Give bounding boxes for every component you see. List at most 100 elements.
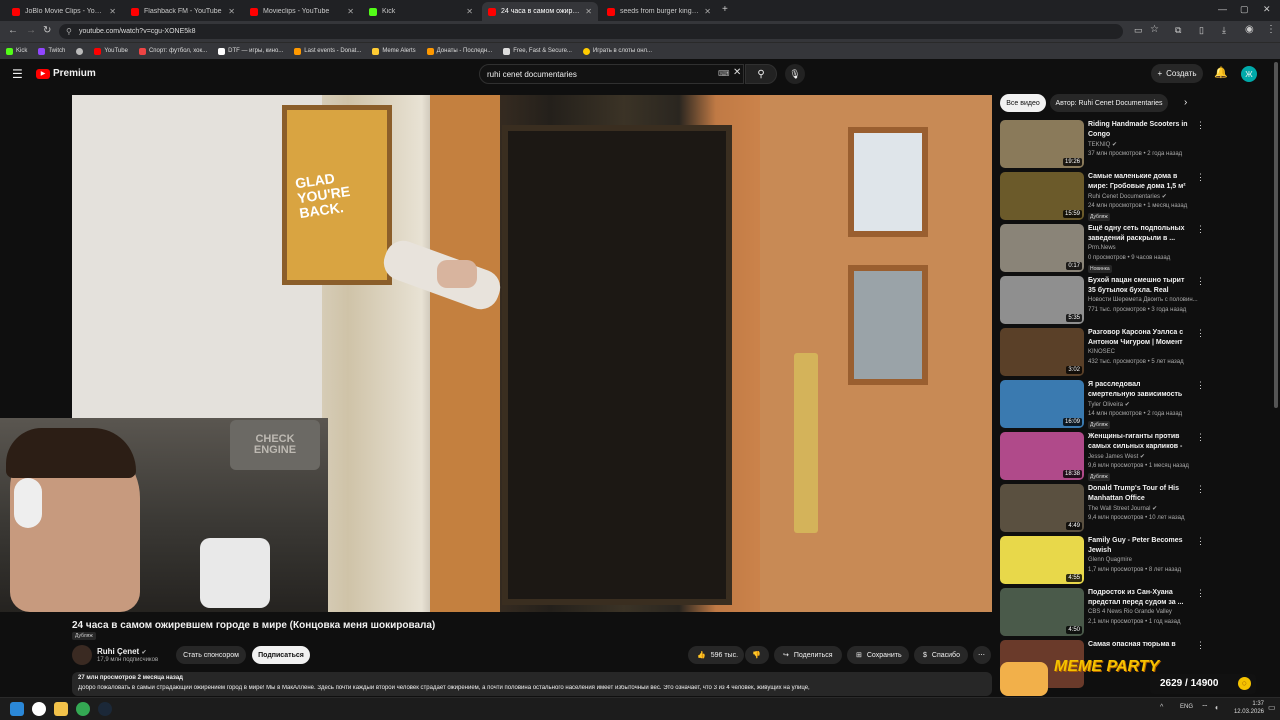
recommendation-item[interactable]: 4:50 Подросток из Сан-Хуана предстал пере… (1000, 588, 1210, 636)
close-window-icon[interactable]: ✕ (1263, 4, 1271, 15)
reload-icon[interactable]: ↻ (43, 25, 51, 36)
more-options-icon[interactable]: ⋮ (1196, 328, 1205, 339)
recommendation-title[interactable]: Женщины-гиганты против самых сильных кар… (1088, 432, 1188, 452)
bookmark-item[interactable]: Twitch (38, 47, 65, 55)
join-button[interactable]: Стать спонсором (176, 646, 246, 664)
more-options-icon[interactable]: ⋮ (1196, 484, 1205, 495)
more-actions-button[interactable]: ⋯ (973, 646, 991, 664)
recommendation-channel[interactable]: Prm.News (1088, 245, 1116, 251)
bookmark-item[interactable]: YouTube (94, 47, 128, 55)
recommendation-title[interactable]: Бухой пацан смешно тырит 35 бутылок бухл… (1088, 276, 1188, 296)
bookmark-star-icon[interactable]: ☆ (1150, 24, 1159, 35)
create-button[interactable]: + Создать (1151, 64, 1203, 83)
like-button[interactable]: 👍 596 тыс. (688, 646, 744, 664)
video-thumbnail[interactable]: 4:50 (1000, 588, 1084, 636)
recommendation-title[interactable]: Ещё одну сеть подпольных заведений раскр… (1088, 224, 1188, 244)
browser-tab[interactable]: Flashback FM - YouTube ✕ (125, 2, 241, 21)
more-options-icon[interactable]: ⋮ (1196, 224, 1205, 235)
browser-menu-icon[interactable]: ⋮ (1266, 24, 1276, 35)
bookmark-item[interactable]: Играть в слоты онл... (582, 47, 652, 55)
side-panel-icon[interactable]: ▯ (1199, 25, 1204, 36)
file-explorer-icon[interactable] (54, 702, 68, 716)
forward-arrow-icon[interactable]: → (26, 25, 36, 36)
chip-all-videos[interactable]: Все видео (1000, 94, 1046, 112)
recommendation-title[interactable]: Разговор Карсона Уэллса с Антоном Чигуро… (1088, 328, 1188, 348)
chip-author[interactable]: Автор: Ruhi Cenet Documentaries (1050, 94, 1168, 112)
recommendation-item[interactable]: 0:17 Ещё одну сеть подпольных заведений р… (1000, 224, 1210, 273)
recommendation-channel[interactable]: KINOSEC (1088, 349, 1115, 355)
steam-icon[interactable] (98, 702, 112, 716)
browser-tab[interactable]: seeds from burger king - YouT... ✕ (601, 2, 717, 21)
thanks-button[interactable]: $ Спасибо (914, 646, 968, 664)
keyboard-icon[interactable]: ⌨ (718, 69, 730, 78)
recommendation-item[interactable]: 4:55 Family Guy - Peter Becomes Jewish Gle… (1000, 536, 1210, 584)
recommendation-channel[interactable]: Новости Шеремета Двоить с половин... (1088, 297, 1198, 303)
recommendation-title[interactable]: Я расследовал смертельную зависимость от… (1088, 380, 1188, 400)
subscribe-button[interactable]: Подписаться (252, 646, 310, 664)
more-options-icon[interactable]: ⋮ (1196, 172, 1205, 183)
channel-name[interactable]: Ruhi Çenet ✔ (97, 647, 147, 656)
recommendation-channel[interactable]: The Wall Street Journal ✔ (1088, 505, 1157, 512)
voice-search-icon[interactable]: 🎙 (785, 64, 805, 84)
tray-chevron-icon[interactable]: ^ (1160, 704, 1163, 711)
more-options-icon[interactable]: ⋮ (1196, 588, 1205, 599)
recommendation-item[interactable]: 15:59 Самые маленькие дома в мире: Гробов… (1000, 172, 1210, 221)
recommendation-channel[interactable]: Ruhi Cenet Documentaries ✔ (1088, 193, 1167, 200)
close-tab-icon[interactable]: ✕ (466, 7, 473, 16)
close-tab-icon[interactable]: ✕ (585, 7, 592, 16)
bookmark-item[interactable]: Kick (6, 47, 27, 55)
video-thumbnail[interactable]: 4:49 (1000, 484, 1084, 532)
notification-center-icon[interactable]: ▭ (1268, 703, 1276, 712)
more-options-icon[interactable]: ⋮ (1196, 640, 1205, 651)
more-options-icon[interactable]: ⋮ (1196, 432, 1205, 443)
clear-search-icon[interactable]: ✕ (733, 67, 741, 78)
site-info-icon[interactable]: ⚲ (66, 27, 72, 36)
browser-tab[interactable]: JoBlo Movie Clips - YouTube ✕ (6, 2, 122, 21)
bookmark-item[interactable]: Спорт: футбол, хок... (138, 47, 207, 55)
more-options-icon[interactable]: ⋮ (1196, 380, 1205, 391)
browser-tab[interactable]: Kick ✕ (363, 2, 479, 21)
recommendation-title[interactable]: Самая опасная тюрьма в (1088, 640, 1188, 650)
youtube-logo[interactable]: ▶ Premium (36, 68, 96, 79)
share-button[interactable]: ↪ Поделиться (774, 646, 842, 664)
video-thumbnail[interactable]: 18:38 (1000, 432, 1084, 480)
dislike-button[interactable]: 👎 (745, 646, 769, 664)
bookmark-item[interactable]: Last events - Donat... (294, 47, 361, 55)
video-thumbnail[interactable]: 15:59 (1000, 172, 1084, 220)
bookmark-item[interactable]: Free, Fast & Secure... (503, 47, 572, 55)
chevron-right-icon[interactable]: › (1184, 97, 1187, 108)
recommendation-item[interactable]: 3:02 Разговор Карсона Уэллса с Антоном Чи… (1000, 328, 1210, 376)
profile-icon[interactable]: ◉ (1245, 24, 1254, 35)
video-thumbnail[interactable]: 16:09 (1000, 380, 1084, 428)
close-tab-icon[interactable]: ✕ (109, 7, 116, 16)
more-options-icon[interactable]: ⋮ (1196, 276, 1205, 287)
network-icon[interactable]: ⌔ (1201, 703, 1209, 713)
extensions-icon[interactable]: ⧉ (1175, 25, 1181, 36)
browser-tab[interactable]: Movieclips - YouTube ✕ (244, 2, 360, 21)
maximize-icon[interactable]: ▢ (1240, 4, 1249, 15)
close-tab-icon[interactable]: ✕ (347, 7, 354, 16)
search-input[interactable]: ruhi cenet documentaries (479, 64, 744, 84)
recommendation-title[interactable]: Donald Trump's Tour of His Manhattan Off… (1088, 484, 1188, 504)
recommendation-title[interactable]: Family Guy - Peter Becomes Jewish (1088, 536, 1188, 556)
video-thumbnail[interactable]: 19:26 (1000, 120, 1084, 168)
cast-icon[interactable]: ▭ (1134, 25, 1143, 36)
recommendation-title[interactable]: Riding Handmade Scooters in Congo (1088, 120, 1188, 140)
address-bar[interactable]: ⚲ youtube.com/watch?v=cgu-XONE5k8 (59, 24, 1123, 39)
hamburger-menu-icon[interactable]: ☰ (12, 67, 23, 81)
recommendation-channel[interactable]: Jesse James West ✔ (1088, 453, 1145, 460)
recommendation-title[interactable]: Самые маленькие дома в мире: Гробовые до… (1088, 172, 1188, 192)
bookmark-item[interactable]: Meme Alerts (372, 47, 416, 55)
video-thumbnail[interactable]: 0:17 (1000, 224, 1084, 272)
recommendation-channel[interactable]: CBS 4 News Rio Grande Valley (1088, 609, 1172, 615)
recommendation-item[interactable]: 18:38 Женщины-гиганты против самых сильны… (1000, 432, 1210, 481)
description-box[interactable]: 27 млн просмотров 2 месяца назад Добро п… (72, 672, 992, 696)
notifications-bell-icon[interactable]: 🔔 (1214, 66, 1228, 79)
close-tab-icon[interactable]: ✕ (228, 7, 235, 16)
browser-tab-active[interactable]: 24 часа в самом ожиревш... ✕ (482, 2, 598, 21)
recommendation-item[interactable]: 5:35 Бухой пацан смешно тырит 35 бутылок … (1000, 276, 1210, 324)
recommendation-item[interactable]: 16:09 Я расследовал смертельную зависимос… (1000, 380, 1210, 429)
bookmark-item[interactable]: DTF — игры, кино... (218, 47, 283, 55)
page-scrollbar[interactable] (1274, 62, 1278, 408)
chrome-icon[interactable] (76, 702, 90, 716)
